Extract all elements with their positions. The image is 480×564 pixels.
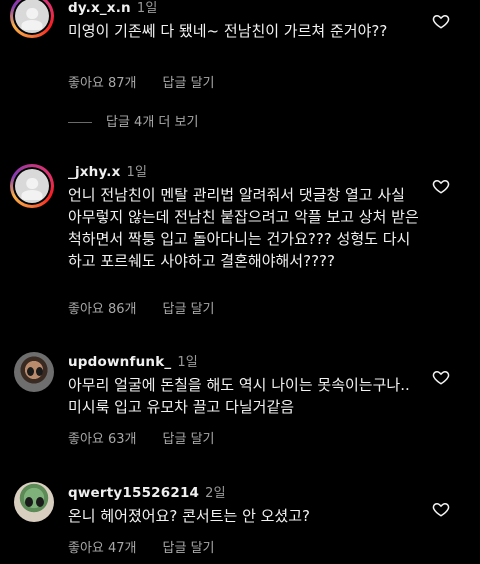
heart-icon[interactable] xyxy=(432,368,450,386)
avatar[interactable] xyxy=(14,352,54,392)
reply-button[interactable]: 답글 달기 xyxy=(163,541,215,556)
comment-text: 언니 전남친이 멘탈 관리법 알려줘서 댓글창 열고 사실 아무렇지 않는데 전… xyxy=(68,186,419,270)
comment-username[interactable]: dy.x_x.n 1일 xyxy=(68,0,158,16)
comment-meta: 좋아요 47개 답글 달기 xyxy=(68,537,241,556)
avatar-head xyxy=(26,177,38,190)
view-replies-label[interactable]: 답글 4개 더 보기 xyxy=(106,115,198,130)
avatar-eye xyxy=(27,367,34,377)
replies-divider-line xyxy=(68,122,92,123)
avatar-eye xyxy=(36,367,43,377)
avatar-body xyxy=(21,20,43,31)
view-replies-button[interactable]: 답글 4개 더 보기 xyxy=(68,111,198,130)
username-text[interactable]: updownfunk_ xyxy=(68,354,171,370)
heart-icon[interactable] xyxy=(432,500,450,518)
comment-text: 아무리 얼굴에 돈칠을 해도 역시 나이는 못속이는구나.. 미시룩 입고 유모… xyxy=(68,376,410,416)
comment-meta: 좋아요 86개 답글 달기 xyxy=(68,298,241,317)
comment-meta: 좋아요 87개 답글 달기 xyxy=(68,72,241,91)
comment-username[interactable]: qwerty15526214 2일 xyxy=(68,482,226,501)
comment-text: 온니 헤어졌어요? 콘서트는 안 오셨고? xyxy=(68,507,310,525)
avatar[interactable] xyxy=(10,164,54,208)
comment-time: 1일 xyxy=(136,1,158,16)
heart-icon[interactable] xyxy=(432,177,450,195)
avatar-body xyxy=(21,190,43,201)
avatar-placeholder xyxy=(15,0,49,33)
username-text[interactable]: _jxhy.x xyxy=(68,164,121,180)
reply-button[interactable]: 답글 달기 xyxy=(163,76,215,91)
avatar[interactable] xyxy=(14,482,54,522)
avatar[interactable] xyxy=(10,0,54,38)
username-text[interactable]: dy.x_x.n xyxy=(68,0,131,16)
comment-time: 1일 xyxy=(177,355,198,370)
avatar-head xyxy=(26,7,38,20)
avatar-placeholder xyxy=(15,169,49,203)
reply-button[interactable]: 답글 달기 xyxy=(163,302,215,317)
like-count[interactable]: 좋아요 47개 xyxy=(68,541,137,556)
comment-username[interactable]: updownfunk_ 1일 xyxy=(68,351,198,370)
like-count[interactable]: 좋아요 63개 xyxy=(68,432,137,447)
comment-meta: 좋아요 63개 답글 달기 xyxy=(68,428,241,447)
like-count[interactable]: 좋아요 86개 xyxy=(68,302,137,317)
username-text[interactable]: qwerty15526214 xyxy=(68,485,199,501)
comment-time: 2일 xyxy=(205,486,226,501)
reply-button[interactable]: 답글 달기 xyxy=(163,432,215,447)
like-count[interactable]: 좋아요 87개 xyxy=(68,76,137,91)
avatar-eye xyxy=(36,497,44,508)
comment-time: 1일 xyxy=(126,165,148,180)
comment-text: 미영이 기존쎄 다 됐네~ 전남친이 가르쳐 준거야?? xyxy=(68,22,388,40)
avatar-eye xyxy=(25,497,33,508)
heart-icon[interactable] xyxy=(432,12,450,30)
comment-username[interactable]: _jxhy.x 1일 xyxy=(68,161,147,180)
